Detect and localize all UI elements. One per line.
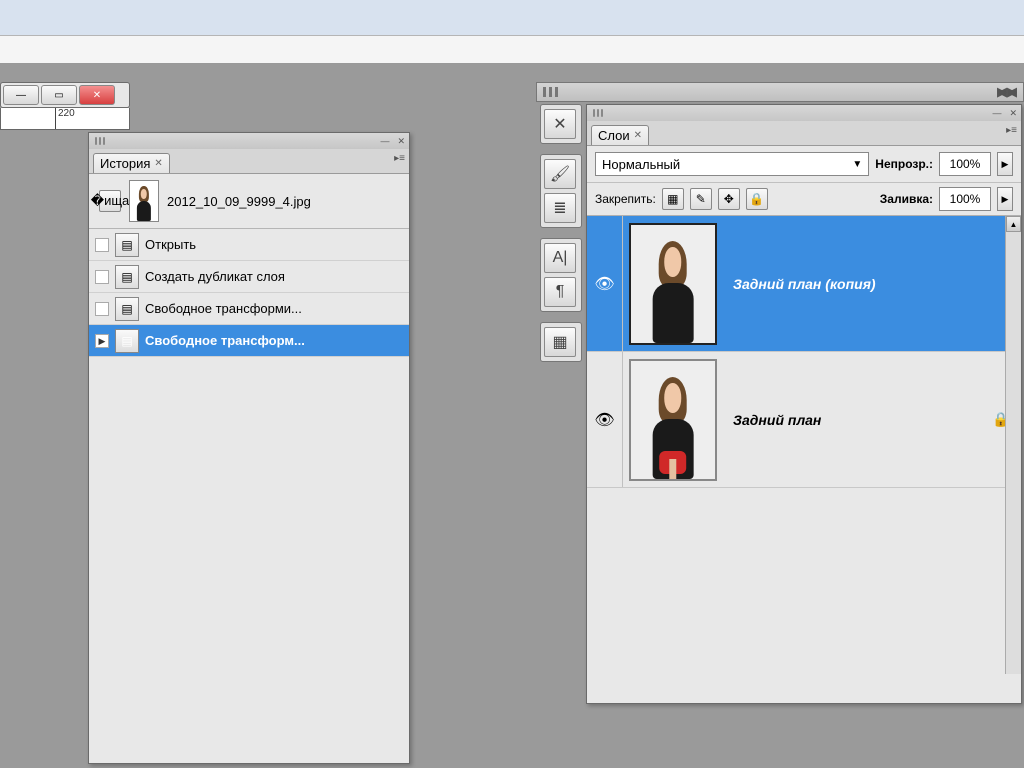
history-step[interactable]: ▤ Создать дубликат слоя <box>89 261 409 293</box>
lock-transparency-icon[interactable]: ▦ <box>662 188 684 210</box>
step-icon: ▤ <box>115 265 139 289</box>
fill-flyout-icon[interactable]: ▶ <box>997 187 1013 211</box>
visibility-toggle-icon[interactable]: 👁 <box>587 216 623 351</box>
step-icon: ▤ <box>115 297 139 321</box>
layers-list: 👁 Задний план (копия) 👁 Задний план 🔒 ▲ <box>587 216 1021 674</box>
layer-name[interactable]: Задний план (копия) <box>723 276 981 292</box>
step-label: Создать дубликат слоя <box>145 269 403 284</box>
lock-all-icon[interactable]: 🔒 <box>746 188 768 210</box>
history-marker[interactable] <box>95 302 109 316</box>
right-dock-header[interactable]: ◀◀ ▶▶ <box>536 82 1024 102</box>
minimize-button[interactable]: — <box>3 85 39 105</box>
step-label: Свободное трансформ... <box>145 333 403 348</box>
history-brush-icon[interactable]: �ища <box>99 190 121 212</box>
paragraph-icon[interactable]: ¶ <box>544 277 576 307</box>
scroll-up-icon[interactable]: ▲ <box>1006 216 1021 232</box>
panel-menu-icon[interactable]: ▸≡ <box>394 153 405 164</box>
brushes-icon[interactable]: 🖌 <box>544 159 576 189</box>
character-icon[interactable]: A| <box>544 243 576 273</box>
dropdown-arrow-icon: ▼ <box>852 159 862 170</box>
horizontal-ruler: 220 <box>0 108 130 130</box>
history-step[interactable]: ▤ Свободное трансформи... <box>89 293 409 325</box>
lock-position-icon[interactable]: ✥ <box>718 188 740 210</box>
dock-grip-icon <box>543 87 558 97</box>
tools-icon[interactable]: ✕ <box>544 109 576 139</box>
history-step[interactable]: ▤ Открыть <box>89 229 409 261</box>
layers-panel: — ✕ Слои ✕ ▸≡ Нормальный ▼ Непрозр.: 100… <box>586 104 1022 704</box>
dock-tool-strip: ✕ 🖌 ≣ A| ¶ ▦ <box>540 104 582 362</box>
layer-name[interactable]: Задний план <box>723 412 981 428</box>
panel-tabs: Слои ✕ ▸≡ <box>587 121 1021 146</box>
window-controls: — ▭ ✕ <box>0 82 130 108</box>
properties-icon[interactable]: ≣ <box>544 193 576 223</box>
fill-input[interactable]: 100% <box>939 187 991 211</box>
history-step[interactable]: ▤ Свободное трансформ... <box>89 325 409 357</box>
document-window-chrome: — ▭ ✕ 220 <box>0 82 130 130</box>
blend-opacity-row: Нормальный ▼ Непрозр.: 100% ▶ <box>587 146 1021 183</box>
tab-label: История <box>100 156 150 171</box>
step-icon: ▤ <box>115 329 139 353</box>
layer-thumbnail[interactable] <box>629 223 717 345</box>
panel-menu-icon[interactable]: ▸≡ <box>1006 125 1017 136</box>
opacity-flyout-icon[interactable]: ▶ <box>997 152 1013 176</box>
minimize-panel-icon[interactable]: — <box>378 136 391 146</box>
history-panel: — ✕ История ✕ ▸≡ �ища 2012_10_09_9999_4.… <box>88 132 410 764</box>
close-panel-icon[interactable]: ✕ <box>395 136 407 147</box>
history-document-row[interactable]: �ища 2012_10_09_9999_4.jpg <box>89 174 409 229</box>
tool-group: 🖌 ≣ <box>540 154 582 228</box>
ruler-tick: 220 <box>55 108 75 129</box>
step-label: Открыть <box>145 237 403 252</box>
lock-label: Закрепить: <box>595 192 656 206</box>
fill-label: Заливка: <box>880 192 933 206</box>
panel-tabs: История ✕ ▸≡ <box>89 149 409 174</box>
history-current-marker[interactable] <box>95 334 109 348</box>
close-button[interactable]: ✕ <box>79 85 115 105</box>
document-filename: 2012_10_09_9999_4.jpg <box>167 194 311 209</box>
history-marker[interactable] <box>95 270 109 284</box>
panel-drag-header[interactable]: — ✕ <box>587 105 1021 121</box>
lock-fill-row: Закрепить: ▦ ✎ ✥ 🔒 Заливка: 100% ▶ <box>587 183 1021 216</box>
document-thumbnail <box>129 180 159 222</box>
layers-shortcut-icon[interactable]: ▦ <box>544 327 576 357</box>
tool-group: A| ¶ <box>540 238 582 312</box>
history-marker[interactable] <box>95 238 109 252</box>
close-tab-icon[interactable]: ✕ <box>634 130 642 141</box>
tool-group: ✕ <box>540 104 582 144</box>
layer-thumbnail[interactable] <box>629 359 717 481</box>
tab-history[interactable]: История ✕ <box>93 153 170 173</box>
opacity-label: Непрозр.: <box>875 157 933 171</box>
panel-drag-header[interactable]: — ✕ <box>89 133 409 149</box>
app-toolbar <box>0 36 1024 64</box>
tab-layers[interactable]: Слои ✕ <box>591 125 649 145</box>
maximize-button[interactable]: ▭ <box>41 85 77 105</box>
step-label: Свободное трансформи... <box>145 301 403 316</box>
history-body: �ища 2012_10_09_9999_4.jpg ▤ Открыть ▤ С… <box>89 174 409 763</box>
tab-label: Слои <box>598 128 630 143</box>
collapse-right-icon[interactable]: ▶▶ <box>997 84 1017 100</box>
step-icon: ▤ <box>115 233 139 257</box>
tool-group: ▦ <box>540 322 582 362</box>
app-titlebar <box>0 0 1024 36</box>
history-steps-list: ▤ Открыть ▤ Создать дубликат слоя ▤ Своб… <box>89 229 409 357</box>
vertical-scrollbar[interactable]: ▲ <box>1005 216 1021 674</box>
opacity-input[interactable]: 100% <box>939 152 991 176</box>
minimize-panel-icon[interactable]: — <box>990 108 1003 118</box>
lock-pixels-icon[interactable]: ✎ <box>690 188 712 210</box>
layer-row[interactable]: 👁 Задний план 🔒 <box>587 352 1021 488</box>
close-panel-icon[interactable]: ✕ <box>1007 108 1019 119</box>
blend-mode-select[interactable]: Нормальный ▼ <box>595 152 869 176</box>
close-tab-icon[interactable]: ✕ <box>154 158 162 169</box>
layer-row[interactable]: 👁 Задний план (копия) <box>587 216 1021 352</box>
visibility-toggle-icon[interactable]: 👁 <box>587 352 623 487</box>
blend-mode-value: Нормальный <box>602 157 680 172</box>
